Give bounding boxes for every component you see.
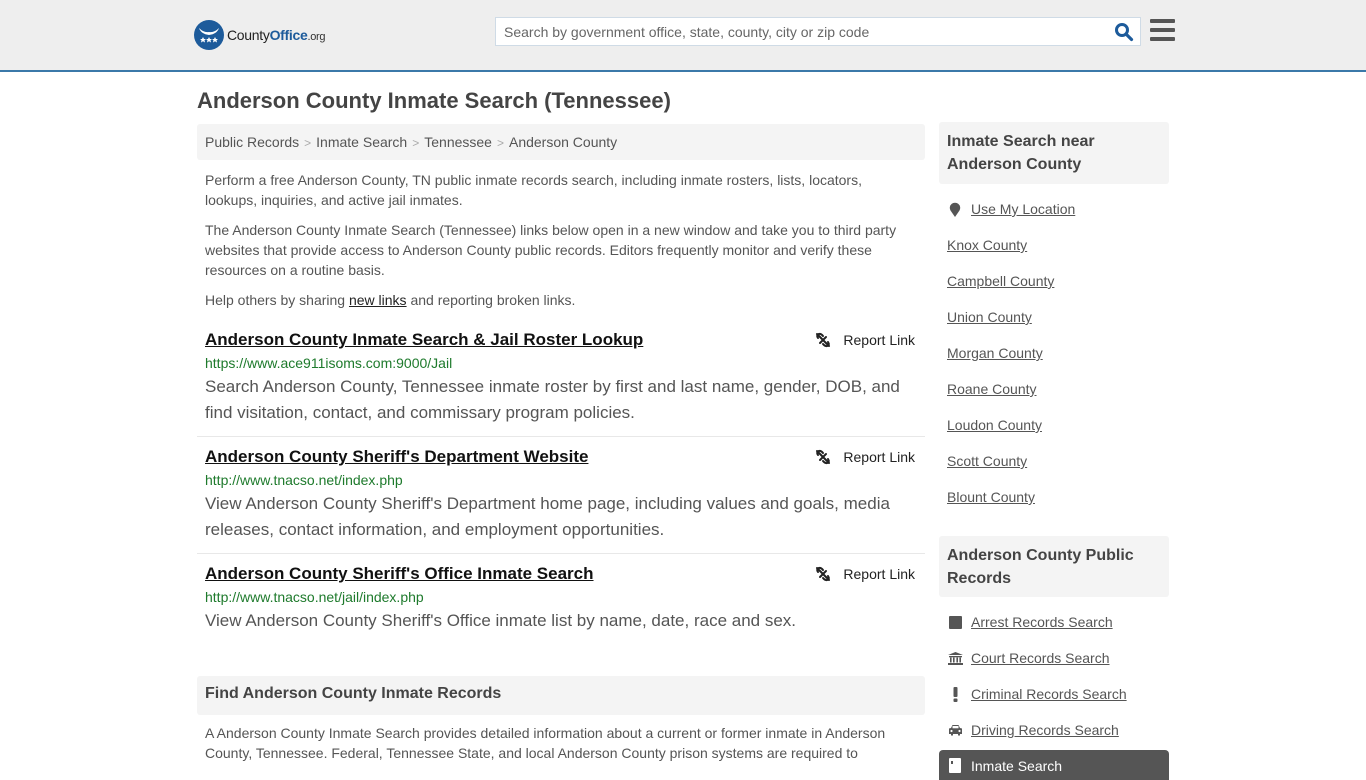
- nearby-county-link[interactable]: Campbell County: [947, 273, 1054, 289]
- breadcrumb-anderson-county: Anderson County: [508, 134, 618, 150]
- nearby-county-link[interactable]: Loudon County: [947, 417, 1042, 433]
- find-records-heading: Find Anderson County Inmate Records: [197, 676, 925, 715]
- search-input[interactable]: [504, 18, 1104, 45]
- breadcrumb-inmate-search[interactable]: Inmate Search: [316, 134, 407, 150]
- driving-records-link[interactable]: Driving Records Search: [947, 722, 1119, 738]
- nearby-county-link[interactable]: Roane County: [947, 381, 1037, 397]
- hamburger-menu-icon: [1150, 19, 1175, 23]
- search-button[interactable]: [1114, 22, 1134, 42]
- result-title-link[interactable]: Anderson County Sheriff's Department Web…: [205, 447, 588, 467]
- nearby-county-link[interactable]: Blount County: [947, 489, 1035, 505]
- result-description: View Anderson County Sheriff's Departmen…: [205, 494, 890, 539]
- inmate-door-icon: [947, 758, 963, 773]
- nearby-heading: Inmate Search near Anderson County: [939, 122, 1169, 184]
- intro-paragraph: Perform a free Anderson County, TN publi…: [205, 172, 862, 208]
- breadcrumb-public-records[interactable]: Public Records: [205, 134, 299, 150]
- broken-link-icon: [816, 566, 831, 582]
- breadcrumb-separator: >: [496, 136, 504, 150]
- search-icon: [1115, 23, 1134, 42]
- site-header: CountyOffice.org: [0, 0, 1366, 72]
- find-records-text: A Anderson County Inmate Search provides…: [205, 725, 886, 761]
- map-marker-icon: [947, 202, 963, 217]
- result-item: Anderson County Sheriff's Office Inmate …: [197, 564, 925, 644]
- exclamation-icon: [947, 686, 963, 702]
- nearby-county-link[interactable]: Scott County: [947, 453, 1027, 469]
- result-url: http://www.tnacso.net/index.php: [205, 472, 403, 488]
- nearby-county-link[interactable]: Union County: [947, 309, 1032, 325]
- result-item: Anderson County Sheriff's Department Web…: [197, 447, 925, 554]
- courthouse-icon: [947, 651, 963, 665]
- logo-text: CountyOffice.org: [227, 27, 326, 43]
- use-my-location-link[interactable]: Use My Location: [947, 201, 1075, 217]
- breadcrumb-separator: >: [412, 136, 420, 150]
- result-description: View Anderson County Sheriff's Office in…: [205, 611, 797, 630]
- result-description: Search Anderson County, Tennessee inmate…: [205, 377, 900, 422]
- criminal-records-link[interactable]: Criminal Records Search: [947, 686, 1127, 702]
- breadcrumb: Public Records > Inmate Search > Tennessee > A…: [197, 124, 925, 160]
- report-link-button[interactable]: Report Link: [815, 566, 915, 582]
- nearby-county-link[interactable]: Knox County: [947, 237, 1027, 253]
- hamburger-menu-button[interactable]: [1150, 19, 1175, 43]
- broken-link-icon: [816, 332, 831, 348]
- broken-link-icon: [816, 449, 831, 465]
- nearby-county-link[interactable]: Morgan County: [947, 345, 1043, 361]
- result-item: Anderson County Inmate Search & Jail Ros…: [197, 330, 925, 437]
- result-title-link[interactable]: Anderson County Sheriff's Office Inmate …: [205, 564, 594, 584]
- breadcrumb-tennessee[interactable]: Tennessee: [424, 134, 492, 150]
- new-links-link[interactable]: new links: [349, 292, 407, 308]
- result-title-link[interactable]: Anderson County Inmate Search & Jail Ros…: [205, 330, 643, 350]
- page-title: Anderson County Inmate Search (Tennessee…: [197, 88, 671, 113]
- result-url: http://www.tnacso.net/jail/index.php: [205, 589, 424, 605]
- site-logo[interactable]: CountyOffice.org: [194, 20, 326, 50]
- disclaimer-paragraph: The Anderson County Inmate Search (Tenne…: [205, 222, 897, 278]
- square-icon: [947, 615, 963, 629]
- eagle-stars-logo-icon: [194, 20, 224, 50]
- breadcrumb-separator: >: [304, 136, 312, 150]
- inmate-search-active-item[interactable]: Inmate Search: [939, 750, 1169, 780]
- car-icon: [947, 724, 963, 736]
- share-links-paragraph: Help others by sharing new links and rep…: [205, 292, 576, 308]
- result-url: https://www.ace911isoms.com:9000/Jail: [205, 355, 453, 371]
- public-records-heading: Anderson County Public Records: [939, 536, 1169, 597]
- report-link-button[interactable]: Report Link: [815, 449, 915, 465]
- report-link-button[interactable]: Report Link: [815, 332, 915, 348]
- site-search: [495, 17, 1141, 46]
- arrest-records-link[interactable]: Arrest Records Search: [947, 614, 1113, 630]
- court-records-link[interactable]: Court Records Search: [947, 650, 1110, 666]
